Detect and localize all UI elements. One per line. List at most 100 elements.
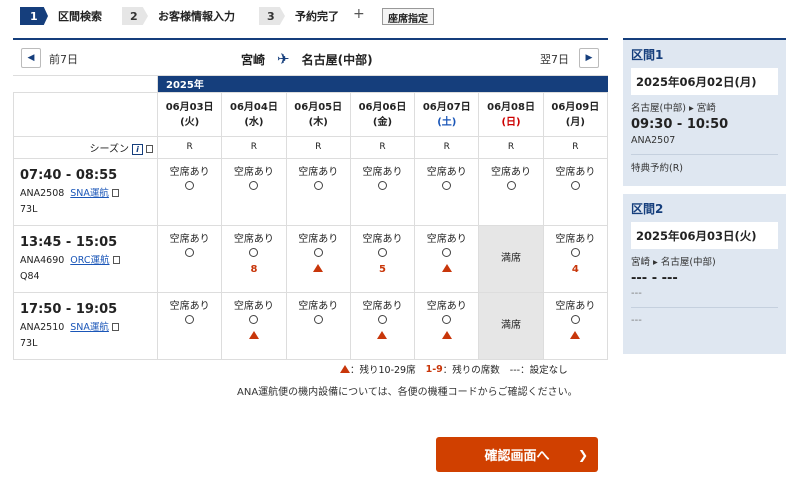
flight-row: 07:40 - 08:55 ANA2508 SNA運航 73L 空席あり 空席あり 空席… (13, 157, 609, 226)
season-code: R (349, 135, 416, 159)
triangle-icon (340, 365, 350, 373)
radio-circle[interactable] (249, 180, 259, 190)
segment-2-title: 区間2 (631, 202, 664, 216)
aircraft-code: 73L (20, 203, 38, 215)
date-header[interactable]: 06月06日 (金) (349, 91, 416, 137)
seats-left: 5 (379, 263, 386, 275)
seat-cell[interactable]: 空席あり (285, 224, 351, 293)
radio-circle[interactable] (313, 314, 323, 324)
date-header-row: 06月03日 (火) 06月04日 (水) 06月05日 (木) 06月06日 (金) … (13, 91, 609, 137)
date-header[interactable]: 06月05日 (木) (285, 91, 351, 137)
info-icon[interactable]: i (132, 143, 143, 155)
triangle-icon (377, 330, 388, 339)
radio-circle[interactable] (313, 247, 323, 257)
operator-link[interactable]: ORC運航 (70, 255, 109, 266)
radio-circle[interactable] (249, 247, 259, 257)
radio-circle[interactable] (185, 247, 195, 257)
date-header[interactable]: 06月07日 (土) (414, 91, 480, 137)
seat-cell[interactable]: 空席あり (542, 157, 609, 226)
step-number: 2 (122, 7, 148, 25)
operator-link[interactable]: SNA運航 (70, 188, 109, 199)
radio-circle[interactable] (185, 180, 195, 190)
seat-cell[interactable]: 空席あり (414, 224, 480, 293)
segment-1-title: 区間1 (631, 48, 664, 62)
segment-1-fare: 特典予約(R) (631, 163, 684, 174)
season-code: R (414, 135, 480, 159)
radio-circle[interactable] (570, 180, 580, 190)
next-week-link[interactable]: 翌7日 (540, 51, 569, 67)
itinerary-panel: 区間1 2025年06月02日(月) 名古屋(中部) ▸ 宮崎 09:30 - … (623, 38, 786, 354)
operator-link[interactable]: SNA運航 (70, 322, 109, 333)
radio-circle[interactable] (185, 314, 195, 324)
seat-cell[interactable]: 空席あり (349, 157, 416, 226)
date-header[interactable]: 06月08日 (日) (478, 91, 544, 137)
seat-cell[interactable]: 空席あり (156, 224, 223, 293)
flight-info: 17:50 - 19:05 ANA2510 SNA運航 73L (13, 291, 158, 360)
seat-cell[interactable]: 空席あり 8 (221, 224, 287, 293)
flight-calendar: ◀ 前7日 宮崎 ✈ 名古屋(中部) 翌7日 ▶ 2025年 06月03日 (火)… (13, 38, 609, 360)
radio-circle[interactable] (377, 247, 387, 257)
radio-circle[interactable] (442, 180, 452, 190)
step-label: 予約完了 (295, 10, 339, 23)
seat-cell[interactable]: 空席あり (478, 157, 544, 226)
seat-cell[interactable]: 空席あり (285, 157, 351, 226)
triangle-icon (313, 263, 324, 272)
seat-cell[interactable]: 空席あり (285, 291, 351, 360)
seat-cell[interactable]: 空席あり 4 (542, 224, 609, 293)
seat-cell[interactable]: 空席あり (414, 157, 480, 226)
triangle-icon (441, 263, 452, 272)
radio-circle[interactable] (442, 247, 452, 257)
season-label: シーズン i (13, 135, 158, 159)
seat-select-step: 座席指定 (382, 8, 434, 25)
radio-circle[interactable] (249, 314, 259, 324)
flight-info: 13:45 - 15:05 ANA4690 ORC運航 Q84 (13, 224, 158, 293)
seat-cell[interactable]: 空席あり (221, 157, 287, 226)
plus-icon: + (353, 6, 365, 22)
flight-number: ANA4690 (20, 254, 65, 266)
seats-left: 4 (571, 263, 579, 275)
seat-cell[interactable]: 空席あり 5 (349, 224, 416, 293)
document-icon (111, 323, 119, 331)
prev-week-button[interactable]: ◀ (21, 48, 41, 68)
segment-1-time: 09:30 - 10:50 (631, 117, 729, 132)
step-label: 区間検索 (58, 10, 102, 23)
prev-week-link[interactable]: 前7日 (49, 51, 78, 67)
equipment-notice: ANA運航便の機内設備については、各便の機種コードからご確認ください。 (237, 387, 578, 398)
seat-cell[interactable]: 空席あり (542, 291, 609, 360)
flight-time: 13:45 - 15:05 (20, 234, 118, 250)
date-header[interactable]: 06月03日 (火) (156, 91, 223, 137)
segment-2-route: 宮崎 ▸ 名古屋(中部) (631, 257, 716, 268)
date-header[interactable]: 06月09日 (月) (542, 91, 609, 137)
radio-circle[interactable] (570, 247, 580, 257)
legend: ：残り10-29席 1-9 ：残りの席数 ---：設定なし (340, 362, 568, 376)
seat-cell[interactable]: 空席あり (414, 291, 480, 360)
segment-1-flight: ANA2507 (631, 135, 676, 146)
seat-cell[interactable]: 空席あり (156, 291, 223, 360)
radio-circle[interactable] (442, 314, 452, 324)
step-3: 3 予約完了 (259, 6, 339, 26)
confirm-button[interactable]: 確認画面へ ❯ (436, 437, 598, 472)
seat-cell[interactable]: 空席あり (156, 157, 223, 226)
season-code: R (156, 135, 223, 159)
flight-number: ANA2508 (20, 187, 65, 199)
segment-2-fare: --- (631, 315, 642, 326)
season-code: R (285, 135, 351, 159)
segment-2-time: --- - --- (631, 271, 678, 286)
date-header[interactable]: 06月04日 (水) (221, 91, 287, 137)
radio-circle[interactable] (377, 314, 387, 324)
date-nav: ◀ 前7日 宮崎 ✈ 名古屋(中部) 翌7日 ▶ (13, 40, 608, 76)
radio-circle[interactable] (570, 314, 580, 324)
confirm-label: 確認画面へ (484, 449, 550, 464)
chevron-right-icon: ❯ (577, 447, 588, 462)
triangle-icon (441, 330, 452, 339)
flight-number: ANA2510 (20, 321, 65, 333)
triangle-icon (570, 330, 581, 339)
aircraft-code: Q84 (20, 270, 40, 282)
radio-circle[interactable] (377, 180, 387, 190)
next-week-button[interactable]: ▶ (579, 48, 599, 68)
seat-cell[interactable]: 空席あり (349, 291, 416, 360)
flight-info: 07:40 - 08:55 ANA2508 SNA運航 73L (13, 157, 158, 226)
radio-circle[interactable] (506, 180, 516, 190)
radio-circle[interactable] (313, 180, 323, 190)
seat-cell[interactable]: 空席あり (221, 291, 287, 360)
